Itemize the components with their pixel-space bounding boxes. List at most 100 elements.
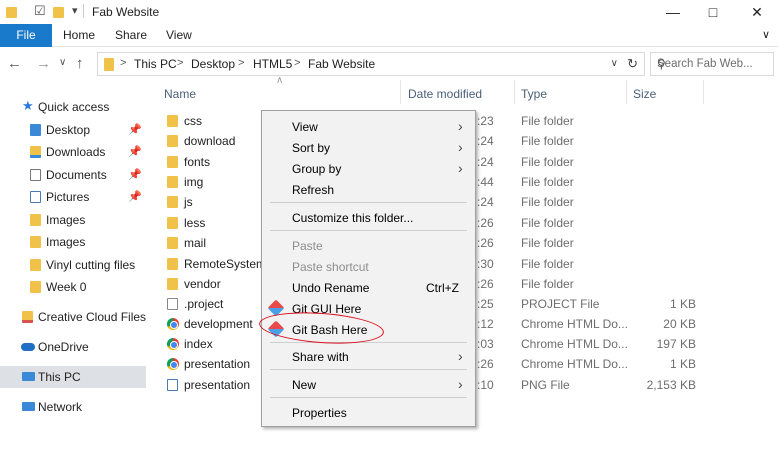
column-name[interactable]: Name [164,87,196,101]
file-date: :26 [477,236,494,250]
file-date: :26 [477,216,494,230]
menu-label: Paste shortcut [292,260,369,274]
nav-item-images[interactable]: Images [0,209,146,231]
column-divider[interactable] [703,80,704,104]
file-type: File folder [521,195,574,209]
nav-item-documents[interactable]: Documents 📌 [0,164,146,186]
menu-separator [270,202,467,203]
desktop-folder-icon [30,124,41,136]
menu-label: Properties [292,406,347,420]
pin-icon[interactable]: 📌 [128,168,142,181]
chevron-right-icon: › [458,348,463,364]
column-type[interactable]: Type [521,87,547,101]
nav-network[interactable]: Network [0,396,146,418]
menu-item-new[interactable]: New › [262,374,475,395]
file-size: 1 KB [669,357,696,371]
back-arrow-icon[interactable]: ← [7,55,22,72]
file-name: img [184,175,204,189]
nav-item-week-0[interactable]: Week 0 [0,276,146,298]
file-type: File folder [521,134,574,148]
file-date: :24 [477,195,494,209]
recent-locations-icon[interactable]: ∨ [59,57,66,68]
nav-onedrive[interactable]: OneDrive [0,336,146,358]
maximize-button[interactable]: □ [698,2,728,22]
nav-item-pictures[interactable]: Pictures 📌 [0,186,146,208]
tab-view[interactable]: View [166,24,192,47]
chrome-icon [167,338,179,350]
nav-quick-access[interactable]: ★ Quick access [0,96,146,118]
checkbox-icon[interactable]: ☑ [34,3,46,19]
breadcrumb-separator[interactable]: > [177,57,183,69]
menu-item-sort-by[interactable]: Sort by › [262,137,475,158]
file-type: File folder [521,175,574,189]
nav-item-images-2[interactable]: Images [0,231,146,253]
quick-access-dropdown[interactable]: ▾ [72,4,78,17]
refresh-icon[interactable]: ↻ [627,56,638,72]
breadcrumb-html5[interactable]: HTML5 [253,57,292,71]
menu-item-properties[interactable]: Properties [262,402,475,423]
menu-item-customize-folder[interactable]: Customize this folder... [262,207,475,228]
column-divider[interactable] [626,80,627,104]
nav-label: Network [38,400,83,414]
menu-item-view[interactable]: View › [262,116,475,137]
ribbon-expand-icon[interactable]: ∨ [762,28,770,41]
breadcrumb-this-pc[interactable]: This PC [134,57,177,71]
close-button[interactable]: ✕ [742,2,772,22]
nav-item-downloads[interactable]: Downloads 📌 [0,141,146,163]
menu-item-share-with[interactable]: Share with › [262,346,475,367]
downloads-folder-icon [30,146,41,158]
search-box[interactable]: Search Fab Web... ⚲ [650,52,774,76]
menu-item-paste: Paste [262,235,475,256]
folder-icon [104,58,114,71]
file-type: Chrome HTML Do... [521,317,628,331]
column-date-modified[interactable]: Date modified [408,87,482,101]
menu-item-git-gui-here[interactable]: Git GUI Here [262,298,475,319]
search-icon: ⚲ [657,57,666,71]
folder-icon [167,237,178,249]
nav-item-desktop[interactable]: Desktop 📌 [0,119,146,141]
tab-share[interactable]: Share [115,24,147,47]
nav-label: Images [46,235,86,249]
creative-cloud-icon [22,311,33,323]
breadcrumb-separator[interactable]: > [294,57,300,69]
tab-home[interactable]: Home [63,24,95,47]
menu-item-undo-rename[interactable]: Undo Rename Ctrl+Z [262,277,475,298]
forward-arrow-icon[interactable]: → [36,55,51,72]
window-title: Fab Website [92,5,160,19]
breadcrumb-fab-website[interactable]: Fab Website [308,57,375,71]
folder-icon [167,217,178,229]
breadcrumb-separator[interactable]: > [120,57,126,69]
pin-icon[interactable]: 📌 [128,190,142,203]
cloud-icon [21,343,35,351]
pin-icon[interactable]: 📌 [128,145,142,158]
nav-item-vinyl-cutting-files[interactable]: Vinyl cutting files [0,254,146,276]
column-size[interactable]: Size [633,87,656,101]
address-dropdown-icon[interactable]: ∨ [611,58,618,69]
menu-item-refresh[interactable]: Refresh [262,179,475,200]
pin-icon[interactable]: 📌 [128,123,142,136]
breadcrumb-desktop[interactable]: Desktop [191,57,235,71]
nav-creative-cloud-files[interactable]: Creative Cloud Files [0,306,146,328]
file-date: :26 [477,357,494,371]
nav-this-pc[interactable]: This PC [0,366,146,388]
file-name: download [184,134,236,148]
menu-label: Undo Rename [292,281,370,295]
address-bar[interactable]: > This PC > Desktop > HTML5 > Fab Websit… [97,52,645,76]
column-divider[interactable] [400,80,401,104]
minimize-button[interactable]: — [658,2,688,22]
column-divider[interactable] [514,80,515,104]
nav-label: Images [46,213,86,227]
folder-icon [6,7,17,18]
file-tab[interactable]: File [0,24,52,47]
menu-item-git-bash-here[interactable]: Git Bash Here [262,319,475,340]
file-date: :24 [477,134,494,148]
menu-item-group-by[interactable]: Group by › [262,158,475,179]
file-type: Chrome HTML Do... [521,337,628,351]
navigation-pane: ★ Quick access Desktop 📌 Downloads 📌 Doc… [0,80,146,467]
menu-separator [270,397,467,398]
up-arrow-icon[interactable]: ↑ [76,55,84,72]
breadcrumb-separator[interactable]: > [238,57,244,69]
new-folder-icon[interactable] [53,7,64,18]
folder-icon [167,176,178,188]
file-name: less [184,216,206,230]
